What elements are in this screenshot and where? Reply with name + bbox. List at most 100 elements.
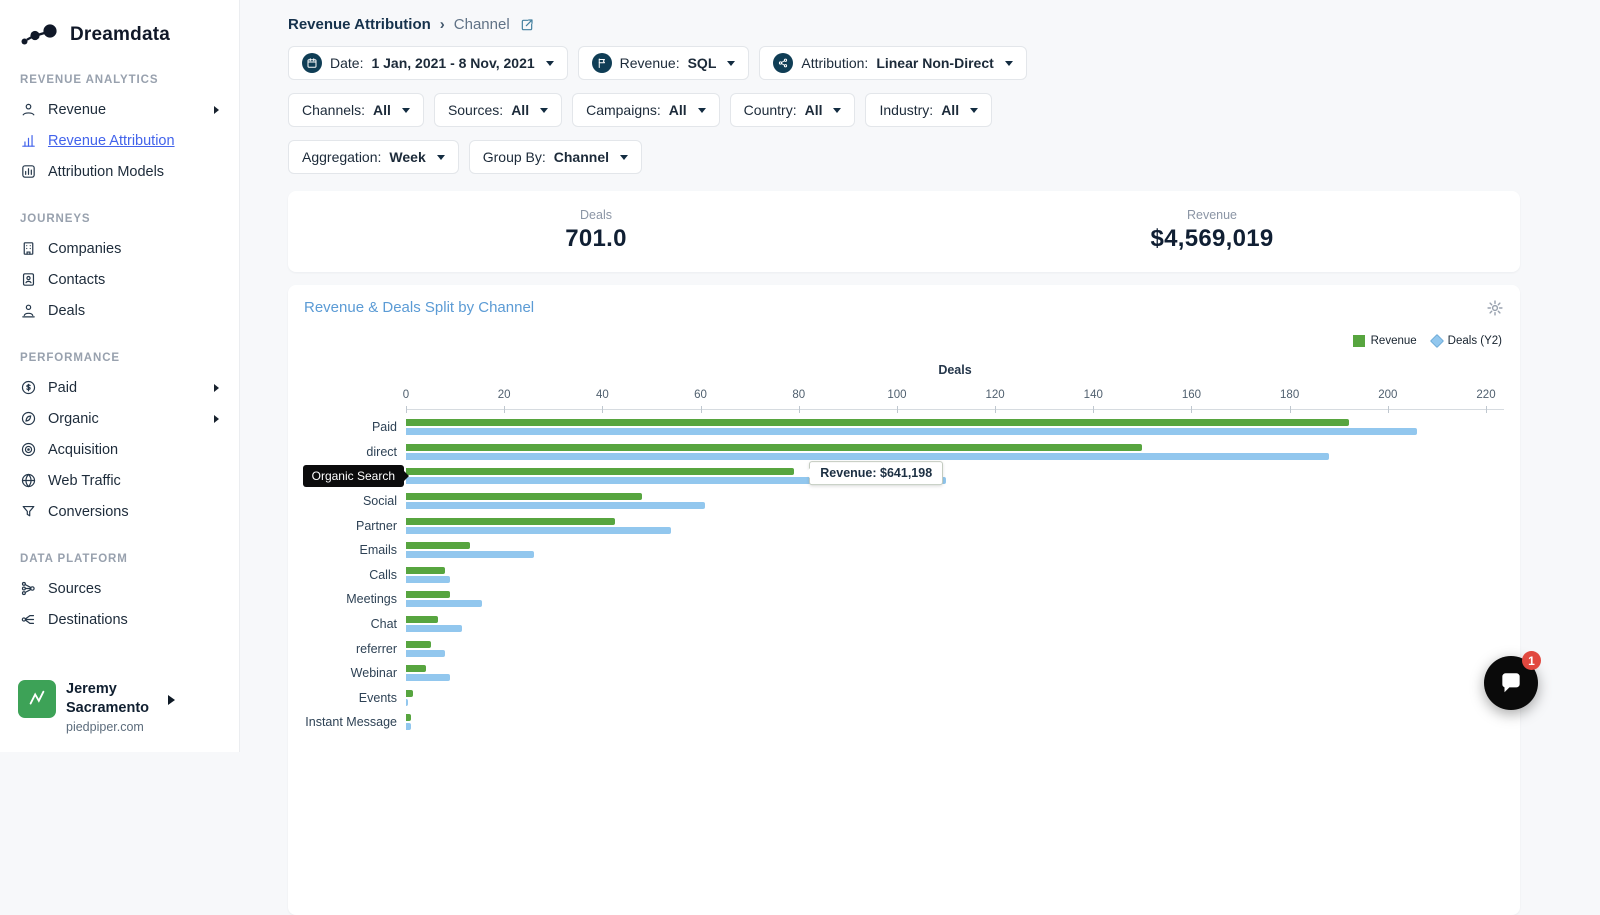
deals-bar[interactable] [406, 551, 534, 558]
sidebar-item-companies[interactable]: Companies [0, 233, 239, 264]
deals-bar[interactable] [406, 723, 411, 730]
category-bars [406, 419, 1504, 435]
category-label[interactable]: Instant Message [304, 715, 406, 729]
category-label[interactable]: Paid [304, 420, 406, 434]
user-menu[interactable]: Jeremy Sacramento piedpiper.com [18, 680, 229, 734]
category-label[interactable]: referrer [304, 642, 406, 656]
date-filter[interactable]: Date: 1 Jan, 2021 - 8 Nov, 2021 [288, 46, 568, 80]
deals-bar[interactable] [406, 674, 450, 681]
channels-filter[interactable]: Channels: All [288, 93, 424, 127]
filter-label: Group By: [483, 149, 546, 165]
revenue-bar[interactable] [406, 518, 615, 525]
kpi-value: 701.0 [288, 225, 904, 253]
category-label[interactable]: Organic SearchOrganic Search [304, 469, 406, 483]
revenue-bar[interactable] [406, 493, 642, 500]
revenue-bar[interactable] [406, 567, 445, 574]
organic-icon [20, 410, 37, 427]
sidebar-item-contacts[interactable]: Contacts [0, 264, 239, 295]
revenue-bar[interactable] [406, 690, 413, 697]
revenue-bar[interactable] [406, 444, 1142, 451]
sidebar-item-conversions[interactable]: Conversions [0, 496, 239, 527]
deals-kpi: Deals 701.0 [288, 208, 904, 253]
revenue-bar[interactable] [406, 714, 411, 721]
category-label[interactable]: Calls [304, 568, 406, 582]
group-by-filter[interactable]: Group By: Channel [469, 140, 642, 174]
legend-label: Revenue [1371, 335, 1417, 347]
category-label[interactable]: Chat [304, 617, 406, 631]
sidebar-item-deals[interactable]: Deals [0, 295, 239, 326]
filter-value: Channel [554, 149, 609, 165]
filter-label: Revenue: [620, 55, 680, 71]
chevron-right-icon [214, 384, 219, 392]
sources-filter[interactable]: Sources: All [434, 93, 562, 127]
filter-value: All [805, 102, 823, 118]
revenue-bar[interactable] [406, 641, 431, 648]
deals-bar[interactable] [406, 527, 671, 534]
plot-rows: PaiddirectOrganic SearchOrganic SearchRe… [304, 415, 1504, 735]
deals-bar[interactable] [406, 428, 1417, 435]
deals-bar[interactable] [406, 699, 408, 706]
sidebar-item-destinations[interactable]: Destinations [0, 604, 239, 635]
sidebar-item-sources[interactable]: Sources [0, 573, 239, 604]
category-label[interactable]: Events [304, 691, 406, 705]
sidebar-item-paid[interactable]: Paid [0, 372, 239, 403]
chart-row: referrer [304, 636, 1504, 661]
revenue-bar[interactable] [406, 665, 426, 672]
intercom-launcher[interactable]: 1 [1484, 656, 1538, 710]
revenue-bar[interactable] [406, 591, 450, 598]
category-label[interactable]: Social [304, 494, 406, 508]
category-label[interactable]: Emails [304, 543, 406, 557]
sidebar-item-revenue[interactable]: Revenue [0, 94, 239, 125]
revenue-filter[interactable]: Revenue: SQL [578, 46, 750, 80]
caret-down-icon [833, 108, 841, 113]
avatar [18, 680, 56, 718]
sidebar-item-acquisition[interactable]: Acquisition [0, 434, 239, 465]
axis-tick: 80 [792, 389, 805, 401]
deals-bar[interactable] [406, 576, 450, 583]
deals-bar[interactable] [406, 600, 482, 607]
industry-filter[interactable]: Industry: All [865, 93, 992, 127]
attribution-filter[interactable]: Attribution: Linear Non-Direct [759, 46, 1026, 80]
aggregation-filter[interactable]: Aggregation: Week [288, 140, 459, 174]
breadcrumb-separator: › [440, 16, 445, 33]
legend-label: Deals (Y2) [1448, 335, 1502, 347]
breadcrumb-parent[interactable]: Revenue Attribution [288, 16, 431, 33]
filter-value: Week [389, 149, 425, 165]
deals-bar[interactable] [406, 650, 445, 657]
main-content: Revenue Attribution › Channel Date: 1 Ja… [240, 0, 1600, 752]
chart-row: Meetings [304, 587, 1504, 612]
caret-down-icon [970, 108, 978, 113]
revenue-bar[interactable] [406, 542, 470, 549]
calendar-icon [302, 53, 322, 73]
revenue-icon [20, 101, 37, 118]
category-label[interactable]: direct [304, 445, 406, 459]
deals-bar[interactable] [406, 453, 1329, 460]
sidebar-item-organic[interactable]: Organic [0, 403, 239, 434]
external-link-icon[interactable] [519, 17, 535, 33]
category-bars [406, 714, 1504, 730]
legend-item-revenue[interactable]: Revenue [1353, 335, 1417, 347]
category-label[interactable]: Partner [304, 519, 406, 533]
category-label[interactable]: Webinar [304, 666, 406, 680]
deals-bar[interactable] [406, 502, 705, 509]
caret-down-icon [540, 108, 548, 113]
deals-bar[interactable] [406, 625, 462, 632]
revenue-bar[interactable] [406, 419, 1349, 426]
category-bars [406, 665, 1504, 681]
campaigns-filter[interactable]: Campaigns: All [572, 93, 720, 127]
axis-line [406, 409, 1504, 410]
legend-item-deals[interactable]: Deals (Y2) [1432, 335, 1502, 347]
category-bars [406, 567, 1504, 583]
breadcrumb: Revenue Attribution › Channel [288, 16, 1520, 33]
sidebar-item-revenue-attribution[interactable]: Revenue Attribution [0, 125, 239, 156]
filter-value: Linear Non-Direct [876, 55, 993, 71]
brand-logo[interactable]: Dreamdata [0, 22, 239, 48]
legend-revenue-swatch [1353, 335, 1365, 347]
country-filter[interactable]: Country: All [730, 93, 856, 127]
revenue-bar[interactable] [406, 468, 794, 475]
sidebar-item-web-traffic[interactable]: Web Traffic [0, 465, 239, 496]
gear-icon[interactable] [1482, 295, 1508, 326]
category-label[interactable]: Meetings [304, 592, 406, 606]
sidebar-item-attribution-models[interactable]: Attribution Models [0, 156, 239, 187]
revenue-bar[interactable] [406, 616, 438, 623]
